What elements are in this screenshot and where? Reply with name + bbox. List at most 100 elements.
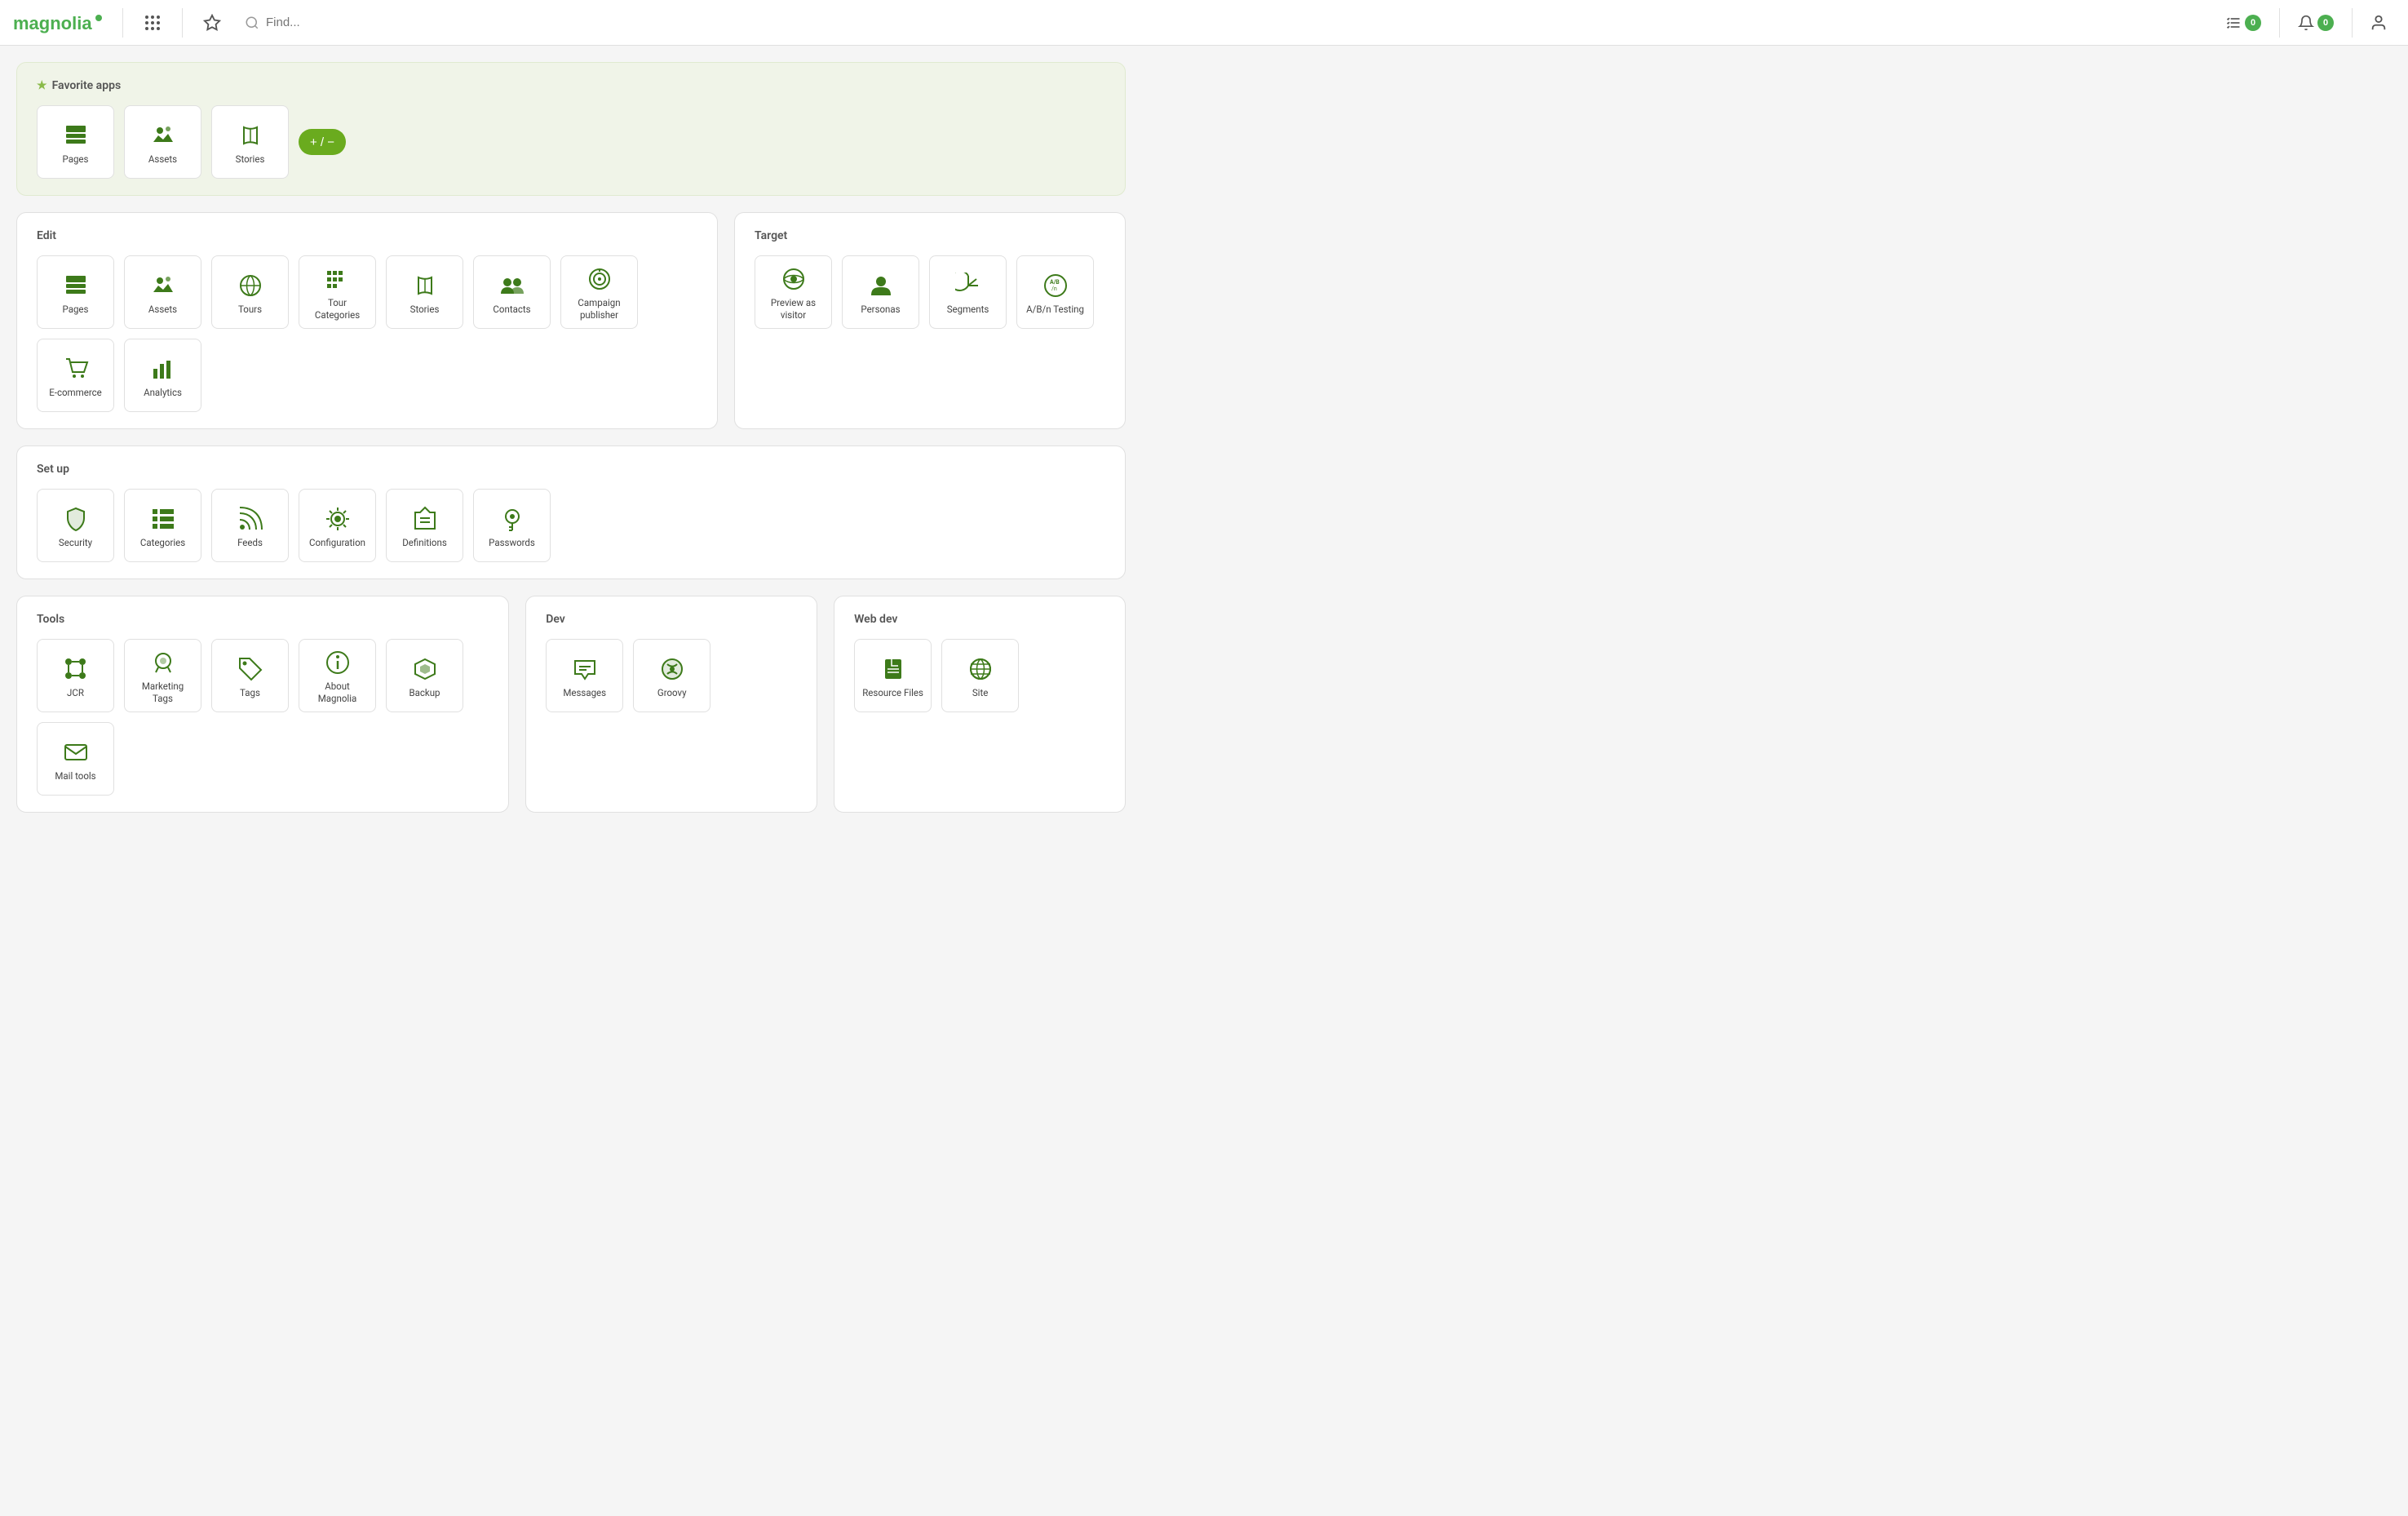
search-input[interactable] (266, 16, 2201, 29)
edit-assets-icon (150, 273, 176, 299)
tasks-count: 0 (2245, 15, 2261, 31)
dev-app-groovy[interactable]: Groovy (633, 639, 710, 712)
header-divider-1 (122, 8, 123, 38)
analytics-icon (150, 356, 176, 382)
favorite-app-stories[interactable]: Stories (211, 105, 289, 179)
resource-files-icon (880, 656, 906, 682)
edit-app-stories[interactable]: Stories (386, 255, 463, 329)
groovy-icon (659, 656, 685, 682)
edit-app-tours[interactable]: Tours (211, 255, 289, 329)
setup-panel: Set up Security (16, 445, 1126, 579)
site-icon (967, 656, 994, 682)
contacts-icon (499, 273, 525, 299)
grid-icon (144, 14, 162, 32)
tours-icon (237, 273, 263, 299)
logo-svg: magnolia (13, 10, 103, 36)
tasks-icon (2225, 15, 2242, 31)
dev-panel-title: Dev (546, 613, 797, 626)
personas-icon (868, 273, 894, 299)
tools-app-tags[interactable]: Tags (211, 639, 289, 712)
logo: magnolia (13, 10, 103, 36)
user-icon (2370, 14, 2388, 32)
backup-icon (412, 656, 438, 682)
edit-app-tour-categories[interactable]: Tour Categories (299, 255, 376, 329)
webdev-panel: Web dev Resource Files (834, 596, 1126, 813)
favorites-button[interactable] (196, 7, 228, 39)
dev-apps-grid: Messages Groovy (546, 639, 797, 712)
assets-icon (150, 122, 176, 148)
target-apps-grid: Preview as visitor Personas (755, 255, 1105, 329)
definitions-icon (412, 506, 438, 532)
webdev-app-resource-files[interactable]: Resource Files (854, 639, 932, 712)
favorite-apps-grid: Pages Assets Stories + / − (37, 105, 1105, 179)
tools-app-mail-tools[interactable]: Mail tools (37, 722, 114, 796)
about-magnolia-icon (325, 649, 351, 676)
header: magnolia (0, 0, 2408, 46)
target-app-segments[interactable]: Segments (929, 255, 1007, 329)
tools-app-about-magnolia[interactable]: About Magnolia (299, 639, 376, 712)
tour-categories-icon (325, 266, 351, 292)
svg-text:magnolia: magnolia (13, 13, 92, 33)
edit-app-campaign-publisher[interactable]: Campaign publisher (560, 255, 638, 329)
messages-icon (572, 656, 598, 682)
tools-panel-title: Tools (37, 613, 489, 626)
star-icon (203, 14, 221, 32)
dev-panel: Dev Messages (525, 596, 817, 813)
mail-tools-icon (63, 739, 89, 765)
tags-icon (237, 656, 263, 682)
abn-testing-icon: A/B /n (1042, 273, 1069, 299)
preview-visitor-icon (781, 266, 807, 292)
edit-app-pages[interactable]: Pages (37, 255, 114, 329)
favorite-apps-section: ★ Favorite apps Pages Assets (16, 62, 1126, 196)
edit-pages-icon (63, 273, 89, 299)
add-remove-button[interactable]: + / − (299, 129, 346, 155)
bottom-row: Tools JCR (16, 596, 1126, 813)
setup-app-configuration[interactable]: Configuration (299, 489, 376, 562)
setup-app-definitions[interactable]: Definitions (386, 489, 463, 562)
tools-app-backup[interactable]: Backup (386, 639, 463, 712)
favorite-apps-title: ★ Favorite apps (37, 79, 1105, 92)
security-icon (63, 506, 89, 532)
setup-app-categories[interactable]: Categories (124, 489, 201, 562)
setup-app-feeds[interactable]: Feeds (211, 489, 289, 562)
main-content: ★ Favorite apps Pages Assets (0, 46, 1142, 829)
header-divider-2 (182, 8, 183, 38)
edit-app-analytics[interactable]: Analytics (124, 339, 201, 412)
edit-target-row: Edit Pages (16, 212, 1126, 429)
target-app-personas[interactable]: Personas (842, 255, 919, 329)
target-panel-title: Target (755, 229, 1105, 242)
search-bar (235, 9, 2211, 37)
feeds-icon (237, 506, 263, 532)
tools-apps-grid: JCR Marketing Tags (37, 639, 489, 796)
user-button[interactable] (2362, 7, 2395, 39)
setup-app-passwords[interactable]: Passwords (473, 489, 551, 562)
header-divider-3 (2279, 8, 2280, 38)
edit-app-contacts[interactable]: Contacts (473, 255, 551, 329)
tools-app-marketing-tags[interactable]: Marketing Tags (124, 639, 201, 712)
notifications-button[interactable]: 0 (2290, 10, 2342, 36)
favorite-app-pages-label: Pages (63, 153, 89, 166)
target-app-abn-testing[interactable]: A/B /n A/B/n Testing (1016, 255, 1094, 329)
passwords-icon (499, 506, 525, 532)
stories-icon-fav (237, 122, 263, 148)
edit-apps-grid: Pages Assets (37, 255, 697, 412)
grid-menu-button[interactable] (136, 7, 169, 39)
edit-stories-icon (412, 273, 438, 299)
campaign-publisher-icon (587, 266, 613, 292)
dev-app-messages[interactable]: Messages (546, 639, 623, 712)
target-app-preview-visitor[interactable]: Preview as visitor (755, 255, 832, 329)
svg-text:A/B: A/B (1050, 279, 1060, 286)
tools-app-jcr[interactable]: JCR (37, 639, 114, 712)
edit-app-assets[interactable]: Assets (124, 255, 201, 329)
notifications-count: 0 (2317, 15, 2334, 31)
webdev-app-site[interactable]: Site (941, 639, 1019, 712)
edit-panel: Edit Pages (16, 212, 718, 429)
marketing-tags-icon (150, 649, 176, 676)
search-icon (245, 16, 259, 30)
setup-app-security[interactable]: Security (37, 489, 114, 562)
favorite-app-assets[interactable]: Assets (124, 105, 201, 179)
favorite-app-pages[interactable]: Pages (37, 105, 114, 179)
edit-app-ecommerce[interactable]: E-commerce (37, 339, 114, 412)
tasks-button[interactable]: 0 (2217, 10, 2269, 36)
favorite-app-stories-label: Stories (236, 153, 265, 166)
